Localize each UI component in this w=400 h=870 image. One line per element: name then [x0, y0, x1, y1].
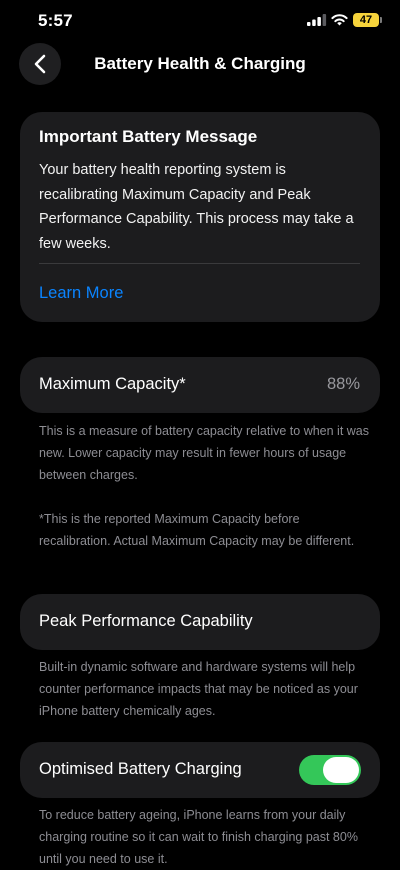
optimised-charging-row: Optimised Battery Charging	[20, 742, 380, 798]
maximum-capacity-row: Maximum Capacity* 88%	[20, 357, 380, 413]
maximum-capacity-value: 88%	[326, 375, 360, 393]
divider	[39, 263, 360, 264]
wifi-icon	[331, 14, 348, 26]
battery-icon: 47	[353, 13, 382, 27]
maximum-capacity-label: Maximum Capacity*	[39, 375, 186, 393]
status-time: 5:57	[38, 11, 73, 30]
page-title: Battery Health & Charging	[94, 54, 306, 73]
optimised-charging-label: Optimised Battery Charging	[39, 760, 242, 778]
peak-performance-label: Peak Performance Capability	[39, 612, 253, 630]
status-bar: 5:57 47	[0, 0, 400, 44]
optimised-charging-toggle[interactable]	[299, 755, 361, 785]
toggle-knob	[323, 757, 359, 783]
message-title: Important Battery Message	[39, 127, 258, 146]
message-body: Your battery health reporting system is …	[39, 162, 354, 252]
battery-message-card: Important Battery Message Your battery h…	[20, 112, 380, 322]
peak-performance-row: Peak Performance Capability	[20, 594, 380, 650]
navigation-bar: Battery Health & Charging	[0, 42, 400, 88]
optimised-charging-description: To reduce battery ageing, iPhone learns …	[39, 808, 358, 866]
peak-performance-description: Built-in dynamic software and hardware s…	[39, 660, 358, 718]
signal-icon	[307, 14, 327, 26]
maximum-capacity-description: This is a measure of battery capacity re…	[39, 424, 370, 482]
learn-more-link[interactable]: Learn More	[39, 284, 123, 303]
maximum-capacity-footnote: *This is the reported Maximum Capacity b…	[39, 512, 355, 548]
